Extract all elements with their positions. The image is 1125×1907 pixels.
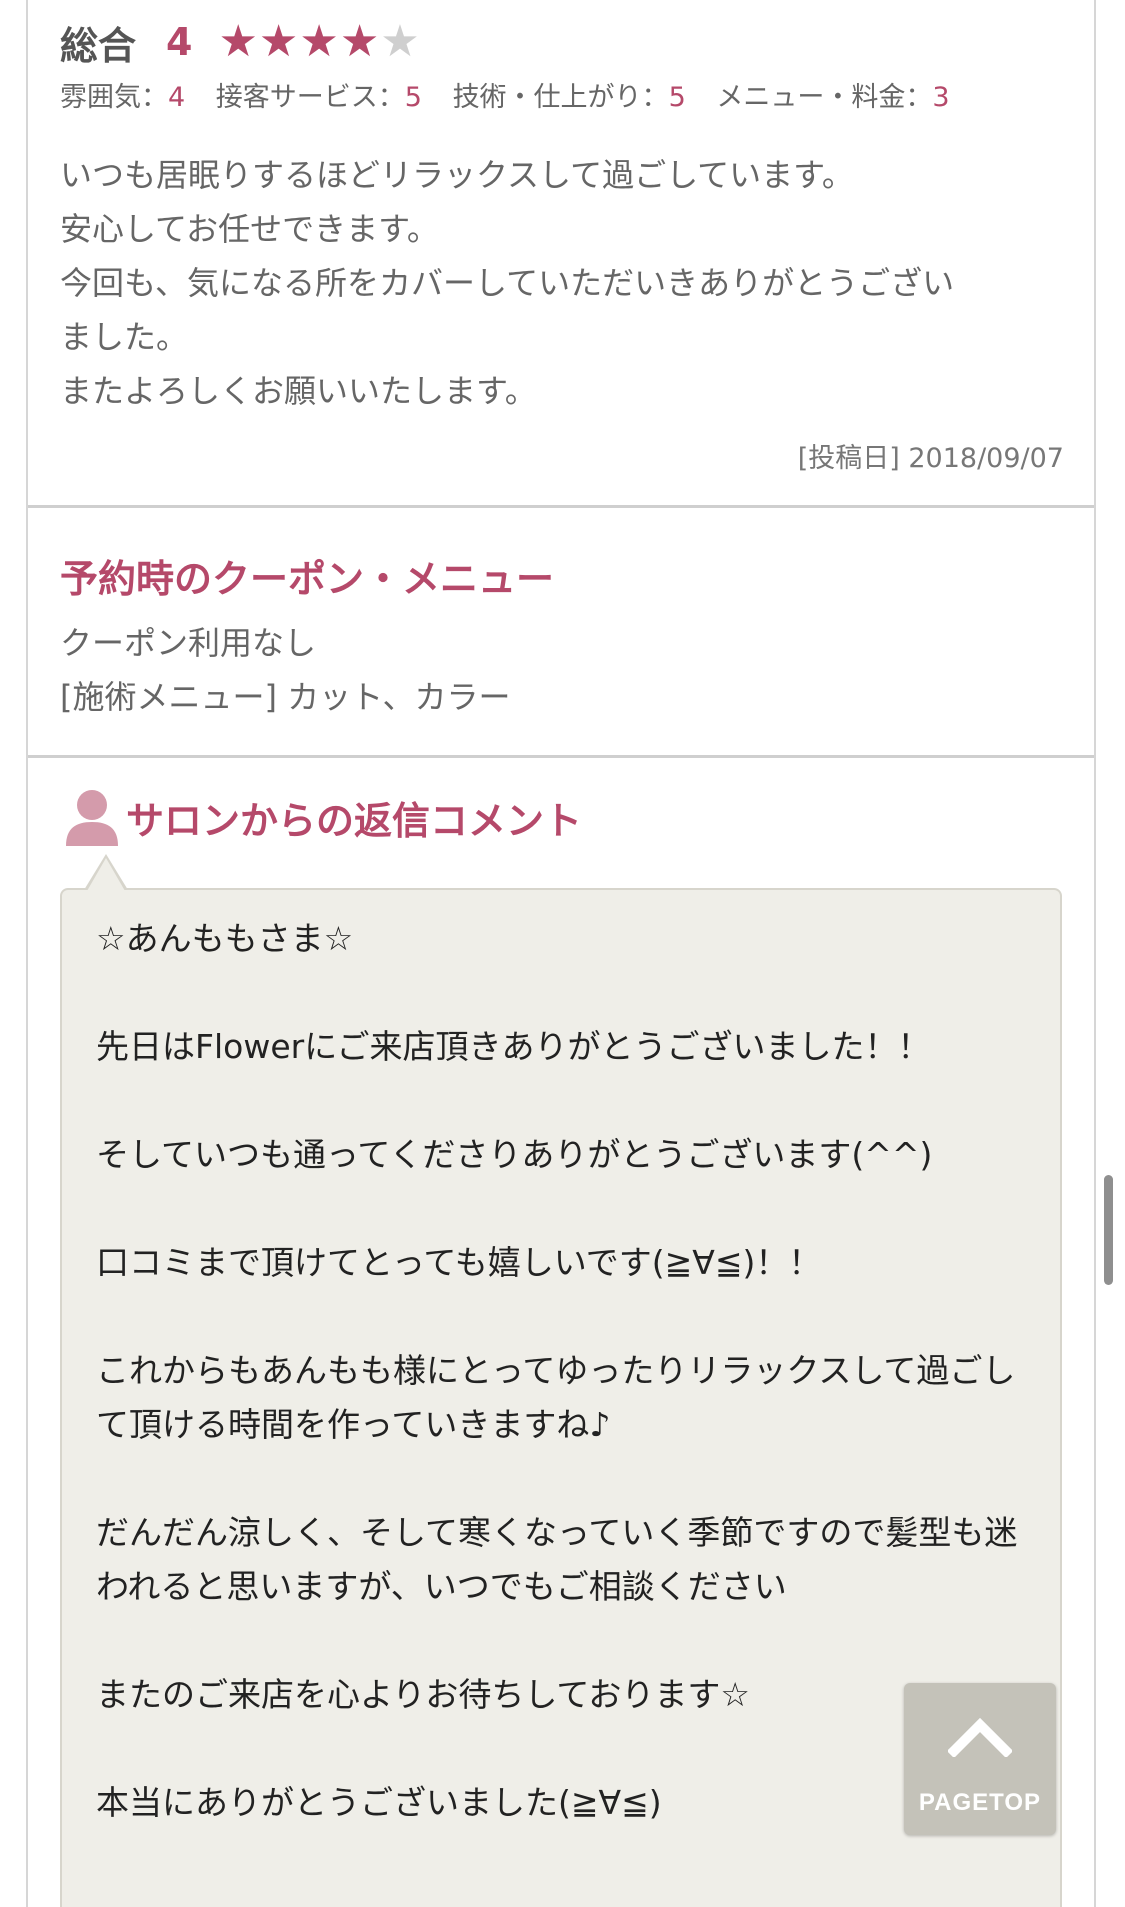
review-line: ました。 (60, 318, 189, 356)
sub-rating-atmosphere-value: 4 (168, 82, 186, 113)
coupon-title: 予約時のクーポン・メニュー (60, 557, 555, 601)
review-card: 総合 4 ★ ★ ★ ★ ★ 雰囲気：4 接客サービス：5 技術・仕上がり：5 メニュー… (26, 0, 1096, 1907)
coupon-section: 予約時のクーポン・メニュー クーポン利用なし [施術メニュー] カット、カラー (28, 508, 1094, 758)
star-filled-icon: ★ (258, 16, 299, 67)
overall-label: 総合 (60, 23, 137, 68)
star-rating: ★ ★ ★ ★ ★ (218, 20, 420, 64)
sub-ratings: 雰囲気：4 接客サービス：5 技術・仕上がり：5 メニュー・料金：3 (60, 75, 972, 114)
overall-rating: 総合 4 ★ ★ ★ ★ ★ (60, 14, 421, 70)
review-line: 今回も、気になる所をカバーしていただいきありがとうござい (60, 264, 955, 302)
sub-rating-service-label: 接客サービス： (215, 82, 405, 113)
review-text: いつも居眠りするほどリラックスして過ごしています。 安心してお任せできます。 今… (60, 148, 1070, 418)
sub-rating-technique-label: 技術・仕上がり： (452, 82, 669, 113)
scrollbar[interactable] (1104, 1175, 1113, 1285)
star-empty-icon: ★ (380, 16, 420, 67)
sub-rating-price-value: 3 (932, 82, 950, 113)
reply-paragraph: これからもあんもも様にとってゆったりリラックスして過ごして頂ける時間を作っていき… (96, 1351, 1016, 1444)
treatment-menu: [施術メニュー] カット、カラー (60, 678, 511, 716)
reply-paragraph: 口コミまで頂けてとっても嬉しいです(≧∀≦)！！ (96, 1243, 822, 1282)
reply-text: ☆あんももさま☆ 先日はFlowerにご来店頂きありがとうございました！！ そし… (96, 912, 1036, 1884)
review-line: またよろしくお願いいたします。 (60, 372, 537, 410)
reply-title: サロンからの返信コメント (126, 799, 583, 843)
chevron-up-icon (948, 1717, 1012, 1757)
overall-score: 4 (166, 20, 193, 64)
coupon-details: クーポン利用なし [施術メニュー] カット、カラー (60, 616, 511, 724)
review-line: いつも居眠りするほどリラックスして過ごしています。 (60, 156, 854, 194)
reply-paragraph: またのご来店を心よりお待ちしております☆ (96, 1675, 750, 1714)
reply-paragraph: 先日はFlowerにご来店頂きありがとうございました！！ (96, 1027, 931, 1066)
star-filled-icon: ★ (339, 16, 380, 67)
reply-paragraph: そしていつも通ってくださりありがとうございます(^^) (96, 1135, 933, 1174)
star-filled-icon: ★ (218, 16, 258, 67)
bubble-tail-fill (87, 858, 125, 891)
review-section: 総合 4 ★ ★ ★ ★ ★ 雰囲気：4 接客サービス：5 技術・仕上がり：5 メニュー… (28, 0, 1094, 508)
review-line: 安心してお任せできます。 (60, 210, 439, 248)
pagetop-label: PAGETOP (918, 1789, 1042, 1816)
sub-rating-price-label: メニュー・料金： (716, 82, 933, 113)
star-filled-icon: ★ (299, 16, 339, 67)
reply-paragraph: だんだん涼しく、そして寒くなっていく季節ですので髪型も迷われると思いますが、いつ… (96, 1513, 1018, 1606)
reply-paragraph: ☆あんももさま☆ (96, 919, 354, 958)
sub-rating-atmosphere-label: 雰囲気： (60, 82, 168, 113)
sub-rating-technique-value: 5 (668, 82, 686, 113)
reply-paragraph: 本当にありがとうございました(≧∀≦) (96, 1783, 662, 1822)
person-icon (66, 790, 118, 846)
coupon-usage: クーポン利用なし (60, 624, 317, 662)
sub-rating-service-value: 5 (404, 82, 422, 113)
post-date: [投稿日] 2018/09/07 (797, 443, 1064, 474)
pagetop-button[interactable]: PAGETOP (904, 1683, 1056, 1835)
